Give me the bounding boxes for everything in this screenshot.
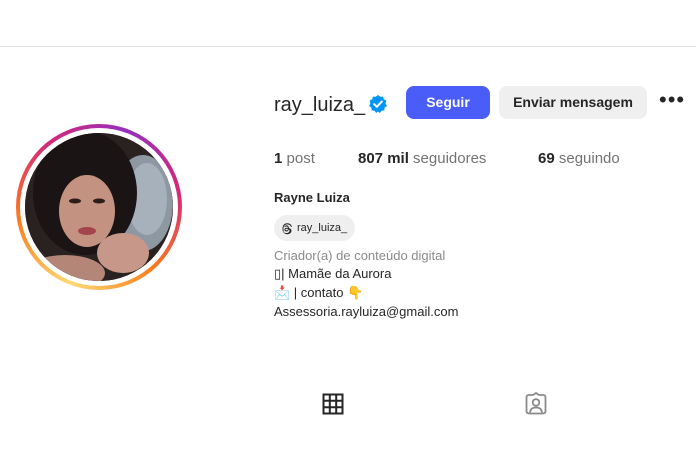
- bio-category: Criador(a) de conteúdo digital: [274, 248, 446, 263]
- posts-label: post: [286, 150, 315, 167]
- tagged-icon[interactable]: [524, 392, 548, 416]
- send-message-button[interactable]: Enviar mensagem: [499, 86, 647, 119]
- avatar-frame: [20, 128, 178, 286]
- followers-label: seguidores: [413, 150, 487, 167]
- profile-username: ray_luiza_: [274, 94, 366, 116]
- threads-handle: ray_luiza_: [297, 222, 348, 234]
- followers-count: 807 mil: [358, 150, 409, 167]
- following-label: seguindo: [558, 150, 620, 167]
- posts-count: 1: [274, 150, 283, 167]
- stat-followers[interactable]: 807 mil seguidores: [358, 150, 486, 168]
- bio-line-3: Assessoria.rayluiza@gmail.com: [274, 304, 459, 319]
- avatar: [25, 133, 173, 281]
- bio-line-1: ▯| Mamãe da Aurora: [274, 266, 392, 281]
- stat-posts: 1 post: [274, 150, 315, 168]
- avatar-story-ring[interactable]: [16, 124, 182, 290]
- top-divider: [0, 46, 696, 47]
- bio-line-2: 📩 | contato 👇: [274, 285, 364, 300]
- stat-following[interactable]: 69 seguindo: [538, 150, 620, 168]
- following-count: 69: [538, 150, 555, 167]
- threads-link[interactable]: ray_luiza_: [274, 215, 356, 241]
- profile-page: ray_luiza_ Seguir Enviar mensagem ••• 1 …: [0, 0, 696, 464]
- grid-icon[interactable]: [321, 392, 345, 416]
- profile-full-name: Rayne Luiza: [274, 190, 350, 205]
- more-options-icon[interactable]: •••: [659, 89, 684, 111]
- follow-button[interactable]: Seguir: [406, 86, 490, 119]
- threads-icon: [282, 222, 292, 234]
- verified-badge-icon: [368, 94, 388, 114]
- avatar-photo-illustration: [25, 133, 173, 281]
